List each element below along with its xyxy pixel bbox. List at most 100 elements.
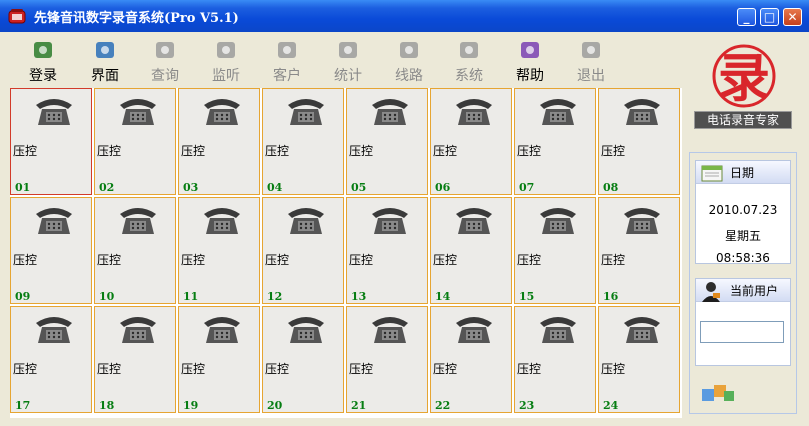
date-header: 日期: [696, 161, 790, 184]
channel-cell[interactable]: 压控 23: [514, 306, 596, 413]
help-icon: [521, 42, 539, 58]
channel-number: 07: [519, 181, 535, 194]
channel-cell[interactable]: 压控 17: [10, 306, 92, 413]
channel-cell[interactable]: 压控 21: [346, 306, 428, 413]
minimize-button[interactable]: _: [737, 8, 756, 26]
toolbar-button-9[interactable]: 帮助: [505, 38, 555, 84]
channel-number: 04: [267, 181, 283, 194]
telephone-icon: [288, 317, 324, 343]
toolbar-button-6[interactable]: 统计: [323, 38, 373, 84]
channel-cell[interactable]: 压控 11: [178, 197, 260, 304]
interface-icon: [96, 42, 114, 58]
channel-status: 压控: [433, 253, 458, 267]
channel-number: 20: [267, 399, 283, 412]
channel-cell[interactable]: 压控 19: [178, 306, 260, 413]
channel-cell[interactable]: 压控 12: [262, 197, 344, 304]
channel-number: 17: [15, 399, 31, 412]
channel-status: 压控: [97, 362, 122, 376]
telephone-icon: [456, 317, 492, 343]
channel-cell[interactable]: 压控 24: [598, 306, 680, 413]
channel-cell[interactable]: 压控 08: [598, 88, 680, 195]
channel-cell[interactable]: 压控 06: [430, 88, 512, 195]
telephone-icon: [36, 208, 72, 234]
channel-status: 压控: [97, 253, 122, 267]
channel-number: 23: [519, 399, 535, 412]
toolbar-button-3[interactable]: 查询: [140, 38, 190, 84]
channel-cell[interactable]: 压控 16: [598, 197, 680, 304]
toolbar-button-7[interactable]: 线路: [384, 38, 434, 84]
side-panel: 日期 2010.07.23 星期五 08:58:36 当前用户: [689, 152, 797, 414]
toolbar-button-2[interactable]: 界面: [80, 38, 130, 84]
channel-grid: 压控 01 压控 02 压控 03 压控 04 压控 05 压控 06 压控 07 压控 08 压控 09 压控 10…: [10, 88, 682, 418]
channel-cell[interactable]: 压控 09: [10, 197, 92, 304]
channel-cell[interactable]: 压控 04: [262, 88, 344, 195]
title-bar[interactable]: 先锋音讯数字录音系统(Pro V5.1) _ □ ✕: [0, 0, 809, 32]
telephone-icon: [624, 99, 660, 125]
channel-cell[interactable]: 压控 07: [514, 88, 596, 195]
channel-status: 压控: [601, 144, 626, 158]
query-icon: [156, 42, 174, 58]
channel-status: 压控: [181, 144, 206, 158]
channel-number: 24: [603, 399, 619, 412]
telephone-icon: [372, 99, 408, 125]
logo-char: 录: [718, 48, 770, 109]
channel-status: 压控: [13, 362, 38, 376]
telephone-icon: [204, 317, 240, 343]
channel-cell[interactable]: 压控 10: [94, 197, 176, 304]
telephone-icon: [204, 208, 240, 234]
channel-cell[interactable]: 压控 20: [262, 306, 344, 413]
customer-icon: [278, 42, 296, 58]
main-window: 先锋音讯数字录音系统(Pro V5.1) _ □ ✕ 登录 界面 查询 监听 客户 统计 线…: [0, 0, 809, 426]
toolbar-button-8[interactable]: 系统: [444, 38, 494, 84]
channel-number: 06: [435, 181, 451, 194]
telephone-icon: [36, 99, 72, 125]
channel-number: 21: [351, 399, 367, 412]
channel-number: 19: [183, 399, 199, 412]
channel-cell[interactable]: 压控 03: [178, 88, 260, 195]
channel-cell[interactable]: 压控 18: [94, 306, 176, 413]
channel-number: 14: [435, 290, 451, 303]
telephone-icon: [624, 317, 660, 343]
statistics-icon: [339, 42, 357, 58]
window-title: 先锋音讯数字录音系统(Pro V5.1): [34, 11, 239, 26]
channel-cell[interactable]: 压控 02: [94, 88, 176, 195]
date-value: 2010.07.23: [708, 203, 778, 217]
current-user-field[interactable]: [700, 321, 784, 343]
toolbar-button-4[interactable]: 监听: [201, 38, 251, 84]
toolbar-button-1[interactable]: 登录: [18, 38, 68, 84]
monitor-icon: [217, 42, 235, 58]
toolbar-label: 统计: [334, 68, 362, 84]
line-icon: [400, 42, 418, 58]
channel-number: 11: [183, 290, 199, 303]
close-button[interactable]: ✕: [783, 8, 802, 26]
toolbar-button-5[interactable]: 客户: [262, 38, 312, 84]
channel-number: 08: [603, 181, 619, 194]
app-phone-icon: [8, 9, 26, 24]
channel-status: 压控: [349, 253, 374, 267]
user-title: 当前用户: [730, 284, 779, 298]
channel-cell[interactable]: 压控 05: [346, 88, 428, 195]
toolbar-label: 登录: [29, 68, 57, 84]
toolbar-label: 线路: [395, 68, 423, 84]
channel-status: 压控: [13, 253, 38, 267]
maximize-button[interactable]: □: [760, 8, 779, 26]
channel-status: 压控: [181, 362, 206, 376]
toolbar-label: 退出: [577, 68, 605, 84]
telephone-icon: [540, 208, 576, 234]
channel-cell[interactable]: 压控 15: [514, 197, 596, 304]
channel-number: 22: [435, 399, 451, 412]
telephone-icon: [288, 208, 324, 234]
channel-status: 压控: [349, 144, 374, 158]
channel-cell[interactable]: 压控 01: [10, 88, 92, 195]
toolbar-button-10[interactable]: 退出: [566, 38, 616, 84]
toolbar: 登录 界面 查询 监听 客户 统计 线路 系统 帮助 退出: [0, 32, 690, 84]
channel-number: 18: [99, 399, 115, 412]
channel-status: 压控: [265, 253, 290, 267]
telephone-icon: [120, 208, 156, 234]
channel-cell[interactable]: 压控 14: [430, 197, 512, 304]
telephone-icon: [372, 317, 408, 343]
channel-cell[interactable]: 压控 13: [346, 197, 428, 304]
channel-status: 压控: [13, 144, 38, 158]
system-icon: [460, 42, 478, 58]
channel-cell[interactable]: 压控 22: [430, 306, 512, 413]
